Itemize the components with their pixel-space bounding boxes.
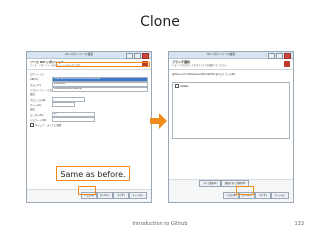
dialog-footer: すべて選択(S) 選択をすべて解除(D) < 戻る(B) 次へ(N) > 完了(… <box>169 179 293 202</box>
branch-selection-dialog: Git リポジトリーの複製 ブランチ選択 リモートからクローンするブランチを選択… <box>168 51 294 203</box>
uri-label: URI(U): <box>30 78 39 81</box>
next-button-highlight <box>236 186 254 195</box>
store-label: セキュア・ストアに保管 <box>35 123 62 127</box>
repo-path-input[interactable]: /hotta/sosuoz/Pocket4Ho.git <box>52 86 148 93</box>
user-label: ユーザー(E): <box>30 113 44 117</box>
slide-title: Clone <box>140 14 180 30</box>
port-input[interactable] <box>52 101 75 108</box>
store-checkbox[interactable] <box>30 122 34 127</box>
close-icon[interactable] <box>142 53 149 59</box>
cancel-button[interactable]: キャンセル <box>271 192 289 199</box>
dialog-banner: ブランチ選択 リモートからクローンするブランチを選択してください。 <box>169 59 293 70</box>
window-controls <box>126 53 149 59</box>
branches-label: github.com:hotta/sosuoz/Pocket4Ho.git のブ… <box>172 73 236 76</box>
same-as-before-callout: Same as before. <box>56 166 130 181</box>
branch-name: master <box>180 84 189 88</box>
protocol-label: プロトコル(R): <box>30 98 47 102</box>
repo-path-row: リポジトリー・パス(P): /hotta/sosuoz/Pocket4Ho.gi… <box>30 86 148 93</box>
slide-footer: Introduction to Github <box>132 221 188 227</box>
finish-button[interactable]: 完了(F) <box>113 192 129 199</box>
port-row: ポート(O): <box>30 101 148 108</box>
select-all-button[interactable]: すべて選択(S) <box>199 180 221 187</box>
banner-subheading: リモートからクローンするブランチを選択してください。 <box>172 64 229 67</box>
branch-list[interactable]: master <box>172 82 290 139</box>
dialog-titlebar: Git リポジトリーの複製 <box>169 52 293 59</box>
finish-button[interactable]: 完了(F) <box>255 192 271 199</box>
next-button-highlight <box>78 186 96 195</box>
git-logo-icon <box>284 60 290 67</box>
host-label: ホスト(T): <box>30 83 42 87</box>
dialog-title: Git リポジトリーの複製 <box>207 53 235 56</box>
minimize-icon[interactable] <box>126 53 133 59</box>
password-input[interactable] <box>52 116 95 123</box>
close-icon[interactable] <box>284 53 291 59</box>
list-item[interactable]: master <box>173 83 289 89</box>
store-row: セキュア・ストアに保管 <box>30 122 148 127</box>
dialog-body: ロケーション URI(U): https://github.com/hotta/… <box>27 70 151 129</box>
minimize-icon[interactable] <box>268 53 275 59</box>
page-number: 133 <box>294 221 304 227</box>
port-label: ポート(O): <box>30 103 42 107</box>
next-arrow-icon <box>150 113 167 129</box>
dialog-body: github.com:hotta/sosuoz/Pocket4Ho.git のブ… <box>169 70 293 79</box>
repo-path-label: リポジトリー・パス(P): <box>30 88 52 92</box>
maximize-icon[interactable] <box>134 53 141 59</box>
next-button[interactable]: 次へ(N) > <box>97 192 113 199</box>
uri-highlight <box>56 62 150 67</box>
password-label: パスワード(W): <box>30 118 47 122</box>
cancel-button[interactable]: キャンセル <box>129 192 147 199</box>
dialog-titlebar: Git リポジトリーの複製 <box>27 52 151 59</box>
window-controls <box>268 53 291 59</box>
branch-checkbox[interactable] <box>175 84 179 88</box>
dialog-title: Git リポジトリーの複製 <box>65 53 93 56</box>
maximize-icon[interactable] <box>276 53 283 59</box>
